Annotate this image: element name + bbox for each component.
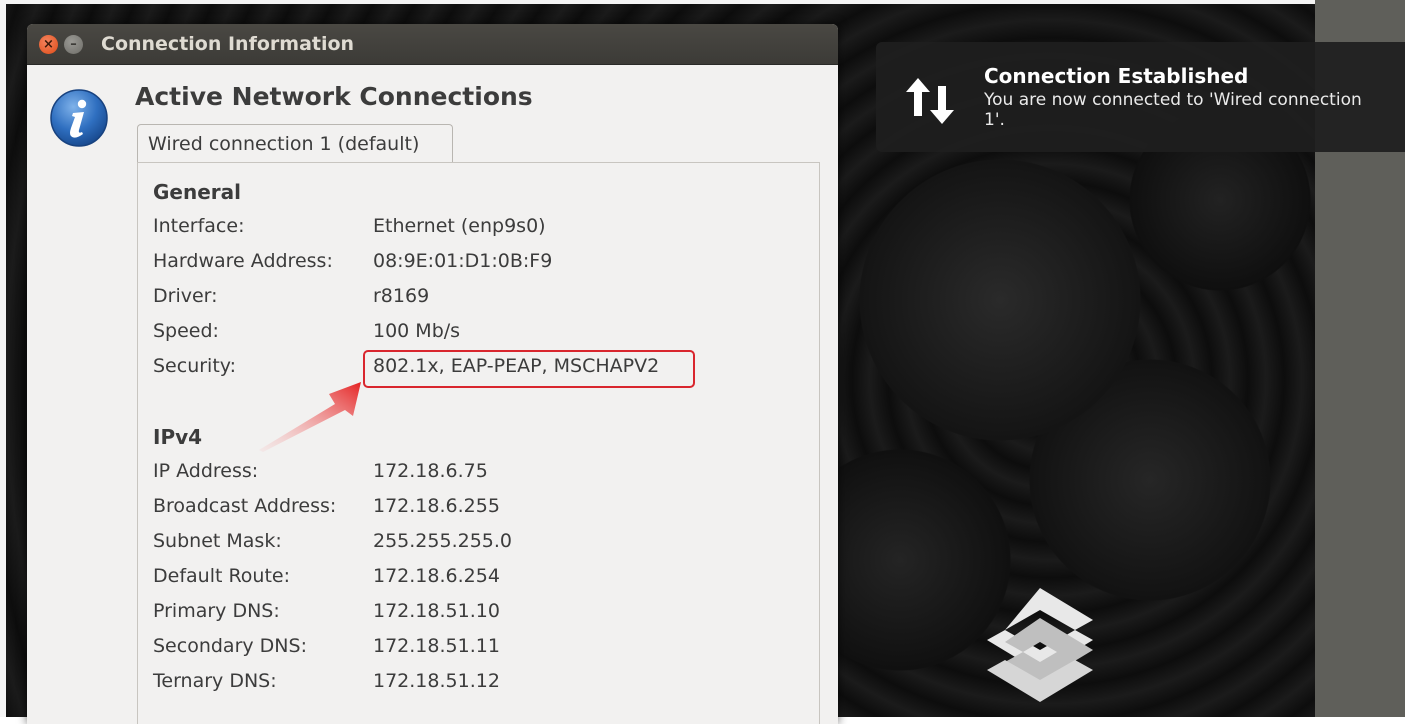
row-label: Driver: [153, 285, 218, 307]
info-row-speed: Speed: 100 Mb/s [153, 320, 813, 350]
info-row-default-route: Default Route: 172.18.6.254 [153, 565, 813, 595]
network-transfer-icon [906, 78, 954, 124]
row-value: 100 Mb/s [373, 320, 461, 342]
row-label: Interface: [153, 215, 245, 237]
row-value: Ethernet (enp9s0) [373, 215, 546, 237]
screenshot-border-left [0, 0, 6, 717]
row-label: Default Route: [153, 565, 291, 587]
row-label: Subnet Mask: [153, 530, 282, 552]
connection-notification[interactable]: Connection Established You are now conne… [876, 42, 1405, 152]
row-label: Speed: [153, 320, 219, 342]
row-label: Hardware Address: [153, 250, 333, 272]
row-label: Ternary DNS: [153, 670, 277, 692]
screenshot-border-top [0, 0, 1405, 4]
brand-logo [987, 588, 1093, 702]
row-value: 255.255.255.0 [373, 530, 513, 552]
notification-title: Connection Established [984, 64, 1249, 88]
row-value: 08:9E:01:D1:0B:F9 [373, 250, 553, 272]
row-value: 172.18.6.254 [373, 565, 500, 587]
row-label: Broadcast Address: [153, 495, 337, 517]
security-highlight-box [363, 350, 695, 388]
row-value: r8169 [373, 285, 430, 307]
row-value: 172.18.51.10 [373, 600, 500, 622]
info-row-driver: Driver: r8169 [153, 285, 813, 315]
notification-body: You are now connected to 'Wired connecti… [984, 90, 1362, 130]
close-icon: × [43, 36, 54, 52]
row-value: 172.18.51.12 [373, 670, 500, 692]
info-row-ternary-dns: Ternary DNS: 172.18.51.12 [153, 670, 813, 700]
tab-wired-connection-1[interactable]: Wired connection 1 (default) [137, 124, 453, 162]
window-titlebar[interactable]: × – Connection Information [27, 24, 838, 65]
row-label: IP Address: [153, 460, 259, 482]
info-row-ip-address: IP Address: 172.18.6.75 [153, 460, 813, 490]
row-label: Security: [153, 355, 237, 377]
window-title: Connection Information [101, 33, 355, 55]
info-icon [50, 89, 108, 147]
connection-information-window: × – Connection Information Active Networ… [27, 24, 838, 724]
row-value: 172.18.6.255 [373, 495, 500, 517]
ipv4-section-title: IPv4 [153, 425, 203, 449]
row-value: 172.18.51.11 [373, 635, 500, 657]
minimize-icon: – [70, 36, 77, 52]
page-title: Active Network Connections [135, 82, 533, 111]
general-section-title: General [153, 180, 241, 204]
row-label: Secondary DNS: [153, 635, 307, 657]
row-label: Primary DNS: [153, 600, 280, 622]
minimize-button[interactable]: – [64, 34, 83, 54]
info-row-interface: Interface: Ethernet (enp9s0) [153, 215, 813, 245]
info-row-broadcast-address: Broadcast Address: 172.18.6.255 [153, 495, 813, 525]
info-row-secondary-dns: Secondary DNS: 172.18.51.11 [153, 635, 813, 665]
annotation-arrow-icon [259, 382, 361, 452]
info-row-hardware-address: Hardware Address: 08:9E:01:D1:0B:F9 [153, 250, 813, 280]
close-button[interactable]: × [39, 34, 58, 54]
info-row-primary-dns: Primary DNS: 172.18.51.10 [153, 600, 813, 630]
row-value: 172.18.6.75 [373, 460, 488, 482]
info-row-subnet-mask: Subnet Mask: 255.255.255.0 [153, 530, 813, 560]
